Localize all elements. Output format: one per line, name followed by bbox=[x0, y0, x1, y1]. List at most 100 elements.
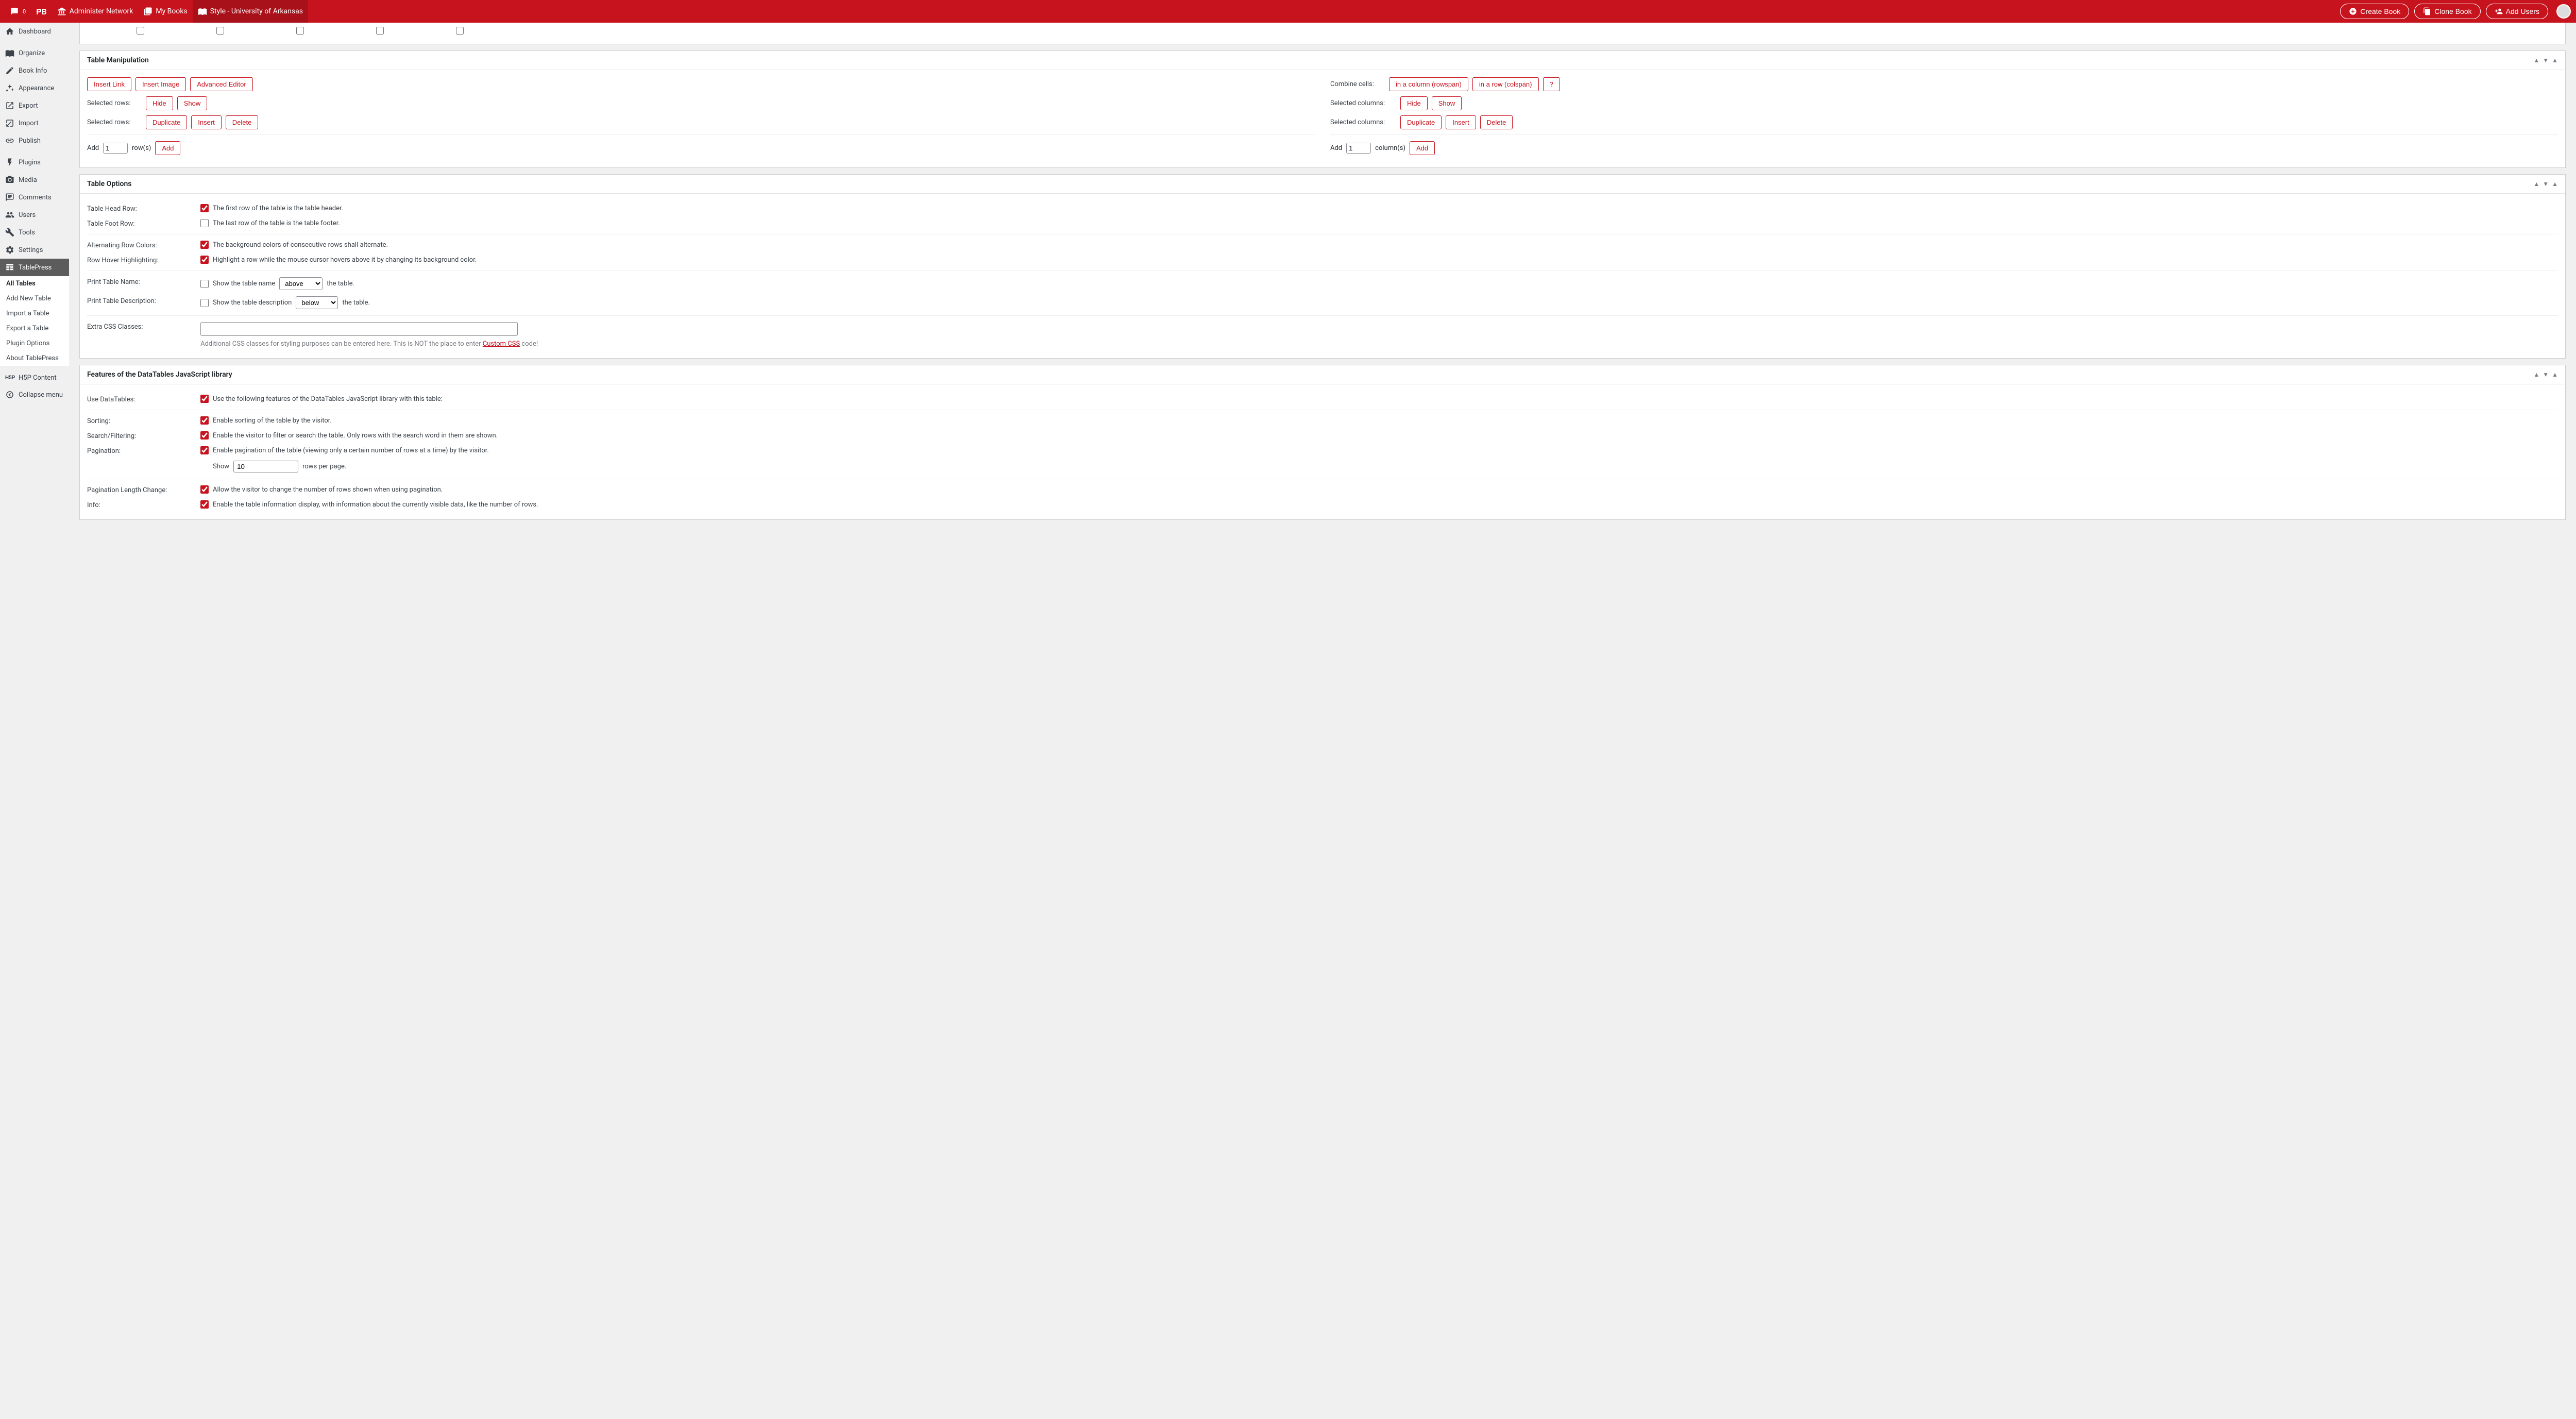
column-checkbox-2[interactable] bbox=[216, 27, 224, 35]
move-down-icon[interactable]: ▼ bbox=[2543, 57, 2549, 64]
sorting-checkbox[interactable] bbox=[200, 416, 209, 425]
insert-columns-button[interactable]: Insert bbox=[1446, 115, 1476, 129]
pressbooks-logo[interactable]: PB bbox=[31, 0, 52, 23]
submenu-add-new-table[interactable]: Add New Table bbox=[0, 291, 69, 306]
sidebar-item-dashboard[interactable]: Dashboard bbox=[0, 23, 69, 40]
print-desc-checkbox[interactable] bbox=[200, 299, 209, 307]
sidebar-item-collapse[interactable]: Collapse menu bbox=[0, 386, 69, 403]
submenu-all-tables[interactable]: All Tables bbox=[0, 276, 69, 291]
option-label: Row Hover Highlighting: bbox=[87, 256, 190, 264]
my-books-label: My Books bbox=[156, 7, 187, 15]
topbar-left: 0 PB Administer Network My Books Style -… bbox=[5, 0, 308, 23]
advanced-editor-button[interactable]: Advanced Editor bbox=[190, 77, 252, 91]
print-name-position-select[interactable]: above bbox=[279, 277, 323, 290]
info-checkbox[interactable] bbox=[200, 500, 209, 509]
add-columns-count-input[interactable] bbox=[1346, 143, 1371, 154]
add-rows-button[interactable]: Add bbox=[155, 141, 180, 155]
sidebar-item-appearance[interactable]: Appearance bbox=[0, 79, 69, 97]
hide-rows-button[interactable]: Hide bbox=[146, 96, 173, 110]
sidebar-item-import[interactable]: Import bbox=[0, 114, 69, 132]
my-books-link[interactable]: My Books bbox=[138, 0, 192, 23]
move-up-icon[interactable]: ▲ bbox=[2533, 180, 2539, 188]
column-checkbox-5[interactable] bbox=[456, 27, 464, 35]
sidebar-item-tablepress[interactable]: TablePress bbox=[0, 259, 69, 276]
use-datatables-checkbox[interactable] bbox=[200, 395, 209, 403]
insert-image-button[interactable]: Insert Image bbox=[135, 77, 186, 91]
row-hover-checkbox[interactable] bbox=[200, 256, 209, 264]
panel-controls: ▲ ▼ ▲ bbox=[2533, 57, 2558, 64]
move-up-icon[interactable]: ▲ bbox=[2533, 371, 2539, 378]
sidebar-item-export[interactable]: Export bbox=[0, 97, 69, 114]
comments-indicator[interactable]: 0 bbox=[5, 0, 31, 23]
option-text: The background colors of consecutive row… bbox=[213, 241, 388, 249]
admin-topbar: 0 PB Administer Network My Books Style -… bbox=[0, 0, 2576, 23]
sidebar-item-organize[interactable]: Organize bbox=[0, 44, 69, 62]
current-book-link[interactable]: Style - University of Arkansas bbox=[193, 0, 308, 23]
column-checkbox-4[interactable] bbox=[376, 27, 384, 35]
search-checkbox[interactable] bbox=[200, 431, 209, 440]
insert-rows-button[interactable]: Insert bbox=[191, 115, 222, 129]
show-label: Show bbox=[213, 463, 229, 470]
pagination-checkbox[interactable] bbox=[200, 446, 209, 454]
pagination-length-change-checkbox[interactable] bbox=[200, 485, 209, 494]
create-book-button[interactable]: Create Book bbox=[2340, 4, 2409, 19]
hide-columns-button[interactable]: Hide bbox=[1400, 96, 1428, 110]
clone-book-label: Clone Book bbox=[2434, 7, 2471, 15]
combine-colspan-button[interactable]: in a row (colspan) bbox=[1472, 77, 1539, 91]
delete-columns-button[interactable]: Delete bbox=[1480, 115, 1513, 129]
gear-icon bbox=[5, 245, 14, 255]
sidebar-item-label: Export bbox=[19, 102, 38, 110]
combine-rowspan-button[interactable]: in a column (rowspan) bbox=[1389, 77, 1468, 91]
edit-icon bbox=[5, 66, 14, 75]
print-desc-position-select[interactable]: below bbox=[296, 296, 338, 309]
column-checkbox-1[interactable] bbox=[137, 27, 144, 35]
sidebar-item-label: Tools bbox=[19, 229, 35, 236]
option-text: Show the table description bbox=[213, 299, 292, 307]
submenu-import-table[interactable]: Import a Table bbox=[0, 306, 69, 321]
table-head-checkbox[interactable] bbox=[200, 204, 209, 212]
sidebar-item-publish[interactable]: Publish bbox=[0, 132, 69, 149]
rows-per-page-input[interactable] bbox=[233, 461, 298, 472]
add-users-icon bbox=[2495, 7, 2503, 15]
sidebar-item-comments[interactable]: Comments bbox=[0, 189, 69, 206]
user-avatar[interactable] bbox=[2556, 4, 2571, 19]
submenu-export-table[interactable]: Export a Table bbox=[0, 321, 69, 336]
add-columns-button[interactable]: Add bbox=[1410, 141, 1435, 155]
selected-rows-label: Selected rows: bbox=[87, 99, 142, 107]
move-up-icon[interactable]: ▲ bbox=[2533, 57, 2539, 64]
show-columns-button[interactable]: Show bbox=[1432, 96, 1462, 110]
table-foot-checkbox[interactable] bbox=[200, 219, 209, 227]
move-down-icon[interactable]: ▼ bbox=[2543, 371, 2549, 378]
network-icon bbox=[57, 7, 66, 16]
column-checkbox-3[interactable] bbox=[296, 27, 304, 35]
insert-link-button[interactable]: Insert Link bbox=[87, 77, 131, 91]
print-name-checkbox[interactable] bbox=[200, 280, 209, 288]
sidebar-item-users[interactable]: Users bbox=[0, 206, 69, 224]
option-label: Extra CSS Classes: bbox=[87, 322, 190, 331]
duplicate-columns-button[interactable]: Duplicate bbox=[1400, 115, 1442, 129]
administer-network-link[interactable]: Administer Network bbox=[52, 0, 139, 23]
duplicate-rows-button[interactable]: Duplicate bbox=[146, 115, 187, 129]
add-rows-count-input[interactable] bbox=[103, 143, 128, 154]
toggle-icon[interactable]: ▲ bbox=[2552, 180, 2558, 188]
toggle-icon[interactable]: ▲ bbox=[2552, 57, 2558, 64]
sidebar-item-bookinfo[interactable]: Book Info bbox=[0, 62, 69, 79]
books-icon bbox=[143, 7, 152, 16]
sidebar-item-h5p[interactable]: H5PH5P Content bbox=[0, 370, 69, 386]
delete-rows-button[interactable]: Delete bbox=[226, 115, 259, 129]
add-users-button[interactable]: Add Users bbox=[2486, 4, 2548, 19]
custom-css-link[interactable]: Custom CSS bbox=[483, 340, 520, 348]
sidebar-item-media[interactable]: Media bbox=[0, 171, 69, 189]
extra-css-input[interactable] bbox=[200, 322, 518, 336]
alt-colors-checkbox[interactable] bbox=[200, 241, 209, 249]
sidebar-item-settings[interactable]: Settings bbox=[0, 241, 69, 259]
clone-book-button[interactable]: Clone Book bbox=[2414, 4, 2480, 19]
move-down-icon[interactable]: ▼ bbox=[2543, 180, 2549, 188]
submenu-plugin-options[interactable]: Plugin Options bbox=[0, 336, 69, 351]
submenu-about-tablepress[interactable]: About TablePress bbox=[0, 351, 69, 366]
show-rows-button[interactable]: Show bbox=[177, 96, 208, 110]
sidebar-item-plugins[interactable]: Plugins bbox=[0, 154, 69, 171]
sidebar-item-tools[interactable]: Tools bbox=[0, 224, 69, 241]
combine-help-button[interactable]: ? bbox=[1543, 77, 1560, 91]
toggle-icon[interactable]: ▲ bbox=[2552, 371, 2558, 378]
